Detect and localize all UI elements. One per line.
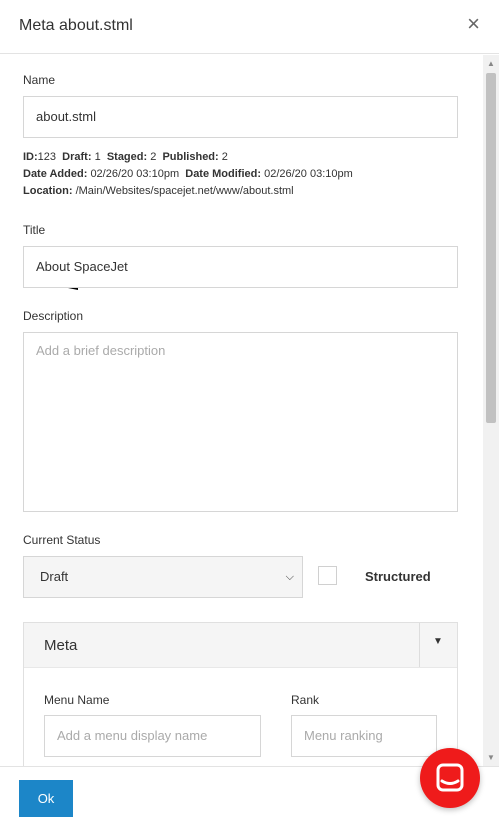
meta-panel-header[interactable]: Meta ▼ [24, 623, 457, 668]
meta-panel-title: Meta [44, 637, 78, 654]
id-label: ID: [23, 151, 38, 163]
date-added-value: 02/26/20 03:10pm [90, 168, 180, 180]
menu-name-field[interactable]: Add a menu display name [44, 715, 261, 757]
scroll-down-icon[interactable]: ▼ [487, 753, 495, 762]
dialog-header: Meta about.stml × [0, 0, 499, 54]
structured-checkbox[interactable] [318, 566, 337, 585]
location-label: Location: [23, 185, 73, 197]
location-value: /Main/Websites/spacejet.net/www/about.st… [75, 185, 294, 197]
status-selected: Draft [40, 569, 69, 584]
meta-panel-toggle[interactable]: ▼ [419, 623, 457, 667]
draft-value: 1 [94, 151, 101, 163]
chat-icon[interactable] [420, 748, 480, 808]
name-field[interactable]: about.stml [23, 96, 458, 138]
chevron-down-icon: ⌵ [285, 571, 294, 583]
status-label: Current Status [23, 533, 101, 547]
status-select[interactable]: Draft ⌵ [23, 556, 303, 598]
dialog-title: Meta about.stml [19, 17, 133, 34]
published-label: Published: [162, 151, 219, 163]
date-modified-label: Date Modified: [185, 168, 262, 180]
name-label: Name [23, 73, 56, 87]
dialog-body: Name about.stml ID:123 Draft: 1 Staged: … [0, 55, 483, 766]
close-icon[interactable]: × [467, 13, 480, 35]
scrollbar-thumb[interactable] [486, 73, 496, 423]
draft-label: Draft: [62, 151, 92, 163]
menu-name-label: Menu Name [44, 693, 110, 707]
scroll-up-icon[interactable]: ▲ [487, 59, 495, 68]
scrollbar[interactable]: ▲ ▼ [483, 55, 499, 766]
description-field[interactable] [23, 332, 458, 512]
published-value: 2 [221, 151, 228, 163]
id-value: 123 [37, 151, 57, 163]
rank-field[interactable]: Menu ranking [291, 715, 437, 757]
meta-panel: Meta ▼ Menu Name Add a menu display name… [23, 622, 458, 766]
file-info: ID:123 Draft: 1 Staged: 2 Published: 2 D… [23, 149, 353, 200]
rank-label: Rank [291, 693, 320, 707]
title-label: Title [23, 223, 46, 237]
structured-label: Structured [365, 569, 431, 584]
description-label: Description [23, 309, 84, 323]
ok-button[interactable]: Ok [19, 780, 73, 817]
staged-label: Staged: [106, 151, 148, 163]
chat-bubble-glyph [436, 763, 464, 792]
staged-value: 2 [150, 151, 157, 163]
caret-down-icon: ▼ [433, 636, 443, 647]
title-field[interactable]: About SpaceJet [23, 246, 458, 288]
date-added-label: Date Added: [23, 168, 88, 180]
date-modified-value: 02/26/20 03:10pm [264, 168, 353, 180]
